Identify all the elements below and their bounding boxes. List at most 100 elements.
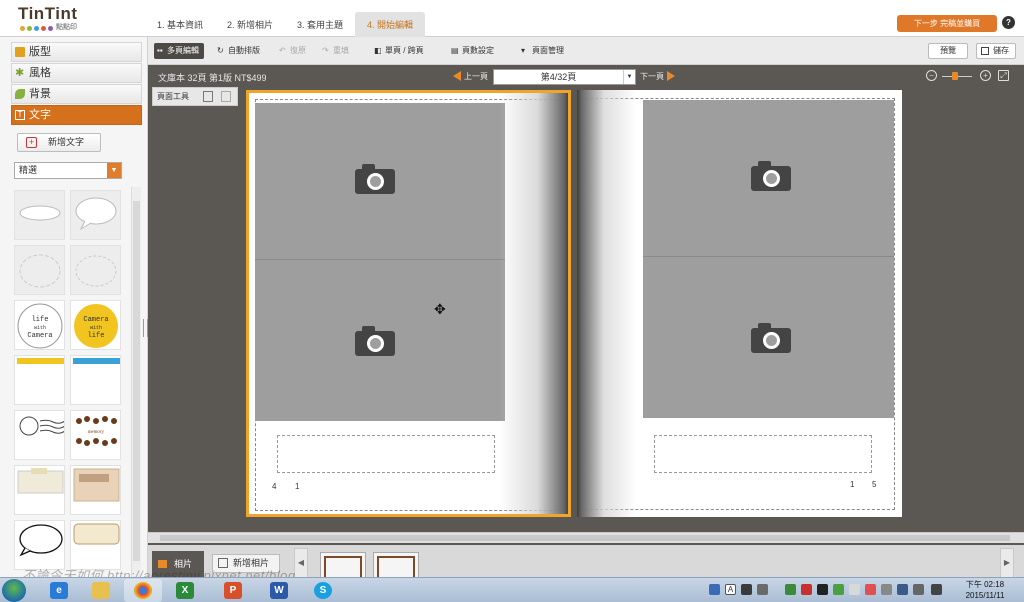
- category-style-label: 風格: [29, 67, 51, 79]
- cloud-frame-shape: [75, 255, 117, 287]
- ime-icon[interactable]: [741, 584, 752, 595]
- sticker-filter-select[interactable]: 精選 ▼: [14, 162, 122, 179]
- paper-note-shape: [17, 468, 64, 494]
- text-box[interactable]: [654, 435, 872, 473]
- taskbar-excel[interactable]: X: [166, 579, 204, 602]
- sticker-life-with-camera[interactable]: life with Camera: [14, 300, 65, 350]
- scrollbar-thumb[interactable]: [160, 535, 1010, 541]
- action-center-icon[interactable]: [931, 584, 942, 595]
- page-manage-button[interactable]: ▾ 頁面管理: [520, 43, 564, 59]
- photo-placeholder[interactable]: [643, 100, 894, 418]
- undo-button[interactable]: ↶ 復原: [278, 43, 306, 59]
- zoom-slider-knob[interactable]: [952, 72, 958, 80]
- preview-button[interactable]: 預覽: [928, 43, 968, 59]
- taskbar-skype[interactable]: S: [304, 579, 342, 602]
- sticker-memory-ornament[interactable]: memory: [70, 410, 121, 460]
- refresh-icon: ↻: [217, 46, 224, 55]
- editor-canvas[interactable]: 文庫本 32頁 第1版 NT$499 上一頁 第4/32頁 ▼ 下一頁 − + …: [148, 65, 1024, 545]
- sticker-round-bubble[interactable]: [14, 520, 65, 570]
- sticker-speech-bubble[interactable]: [70, 190, 121, 240]
- category-text[interactable]: T 文字: [11, 105, 142, 125]
- sticker-label-frame[interactable]: [70, 520, 121, 570]
- tray-app-icon[interactable]: [849, 584, 860, 595]
- taskbar-ie[interactable]: e: [40, 579, 78, 602]
- tray-settings-icon[interactable]: [757, 584, 768, 595]
- page-spine-shadow: [577, 90, 637, 517]
- taskbar-powerpoint[interactable]: P: [214, 579, 252, 602]
- flag-check-icon[interactable]: [865, 584, 876, 595]
- delete-page-icon[interactable]: [221, 91, 231, 102]
- help-icon[interactable]: ?: [1002, 16, 1015, 29]
- fullscreen-icon[interactable]: ⤢: [998, 70, 1009, 81]
- zoom-out-icon[interactable]: −: [926, 70, 937, 81]
- page-spine-shadow: [499, 93, 568, 514]
- filmstrip-scroll-right[interactable]: ▶: [1000, 548, 1014, 578]
- taskbar-word[interactable]: W: [260, 579, 298, 602]
- text-box[interactable]: [277, 435, 495, 473]
- skype-icon: S: [314, 582, 332, 599]
- tintint-logo[interactable]: TinTint 點點印: [18, 4, 98, 32]
- zoom-in-icon[interactable]: +: [980, 70, 991, 81]
- filmstrip-scroll-left[interactable]: ◀: [294, 548, 308, 578]
- network-icon[interactable]: [785, 584, 796, 595]
- sticker-yellow-tape[interactable]: [14, 355, 65, 405]
- multi-page-edit-button[interactable]: ▪▪ 多頁編輯: [154, 43, 204, 59]
- prev-page-button[interactable]: 上一頁: [453, 71, 488, 82]
- camera-with-life-badge: Camerawithlife: [74, 304, 118, 348]
- page-manage-icon: ▾: [521, 46, 526, 55]
- sticker-postmark[interactable]: [14, 410, 65, 460]
- next-finish-buy-button[interactable]: 下一步 完稿並購買: [897, 15, 997, 32]
- right-page[interactable]: 1 5: [577, 90, 902, 517]
- taskbar-explorer[interactable]: [82, 579, 120, 602]
- category-background[interactable]: 背景: [11, 84, 142, 104]
- step-basic-info[interactable]: 1. 基本資訊: [145, 12, 215, 37]
- system-tray: A: [705, 581, 950, 600]
- round-bubble-shape: [19, 524, 63, 557]
- editor-toolbar: ▪▪ 多頁編輯 ↻ 自動排版 ↶ 復原 ↷ 重填 ◧ 單頁 / 跨頁 ▤ 頁數設…: [148, 37, 1024, 65]
- category-style[interactable]: ✱ 風格: [11, 63, 142, 83]
- left-page[interactable]: 4 1 ✥: [246, 90, 571, 517]
- scrollbar-thumb[interactable]: [133, 201, 140, 561]
- tray-app-icon[interactable]: [817, 584, 828, 595]
- tray-app-icon[interactable]: [881, 584, 892, 595]
- start-button[interactable]: [2, 579, 26, 602]
- add-text-button[interactable]: + 新增文字: [17, 133, 101, 152]
- sticker-cloud-frame[interactable]: [70, 245, 121, 295]
- taskbar-clock[interactable]: 下午 02:18 2015/11/11: [955, 579, 1015, 601]
- page-number: 4: [272, 482, 277, 491]
- redo-button[interactable]: ↷ 重填: [321, 43, 349, 59]
- speech-bubble-shape: [75, 197, 117, 231]
- page-settings-button[interactable]: ▤ 頁數設定: [450, 43, 494, 59]
- chevron-down-icon: ▼: [623, 70, 635, 84]
- sticker-scrollbar[interactable]: [131, 187, 141, 580]
- page-number: 5: [872, 480, 877, 489]
- floppy-icon: [981, 47, 989, 55]
- auto-layout-button[interactable]: ↻ 自動排版: [216, 43, 260, 59]
- copy-page-icon[interactable]: [203, 91, 213, 102]
- sticker-scallop-frame[interactable]: [14, 245, 65, 295]
- step-add-photos[interactable]: 2. 新增相片: [215, 12, 285, 37]
- app-tray-icon[interactable]: [709, 584, 720, 595]
- single-double-page-button[interactable]: ◧ 單頁 / 跨頁: [373, 43, 424, 59]
- monitor-icon[interactable]: [897, 584, 908, 595]
- save-button[interactable]: 儲存: [976, 43, 1016, 59]
- sticker-cloud-bubble[interactable]: [14, 190, 65, 240]
- acrobat-icon[interactable]: [801, 584, 812, 595]
- page-select[interactable]: 第4/32頁 ▼: [493, 69, 636, 85]
- keyboard-icon[interactable]: A: [725, 584, 736, 595]
- next-page-button[interactable]: 下一頁: [640, 71, 675, 82]
- canvas-horizontal-scrollbar[interactable]: [148, 532, 1024, 543]
- step-start-editing[interactable]: 4. 開始編輯: [355, 12, 426, 37]
- line-icon[interactable]: [833, 584, 844, 595]
- volume-icon[interactable]: [913, 584, 924, 595]
- photo-placeholder[interactable]: [255, 103, 505, 421]
- sticker-paper-note[interactable]: [14, 465, 65, 515]
- step-apply-theme[interactable]: 3. 套用主題: [285, 12, 355, 37]
- category-layout[interactable]: 版型: [11, 42, 142, 62]
- photo-divider: [255, 259, 505, 260]
- taskbar-chrome[interactable]: [124, 579, 162, 602]
- step-tabs: 1. 基本資訊 2. 新增相片 3. 套用主題 4. 開始編輯: [145, 12, 426, 37]
- sticker-blue-tape[interactable]: [70, 355, 121, 405]
- sticker-camera-with-life[interactable]: Camera with life: [70, 300, 121, 350]
- sticker-torn-paper[interactable]: [70, 465, 121, 515]
